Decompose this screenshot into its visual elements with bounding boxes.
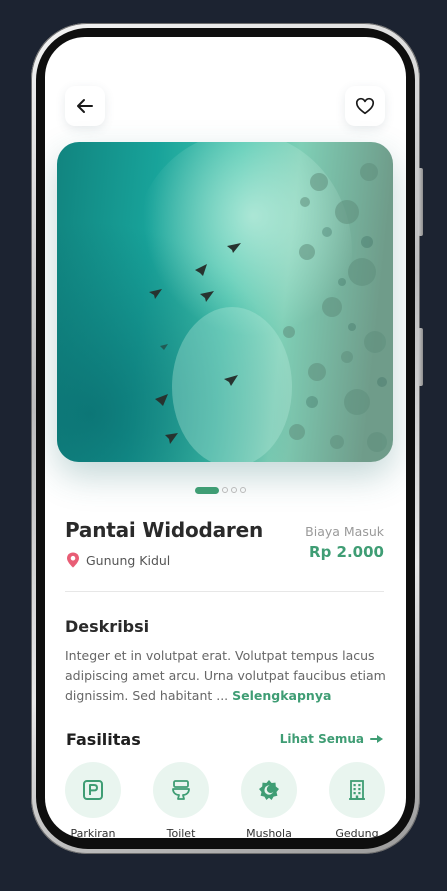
heart-icon: [355, 97, 375, 115]
facility-label: Mushola: [246, 827, 292, 838]
facility-item-gedung[interactable]: Gedung: [329, 762, 385, 838]
facility-icon-wrap: [153, 762, 209, 818]
mosque-icon: [259, 780, 279, 800]
see-all-link[interactable]: Lihat Semua: [280, 732, 384, 746]
read-more-link[interactable]: Selengkapnya: [232, 688, 331, 703]
screen: Pantai Widodaren Gunung Kidul Biaya Masu…: [45, 37, 406, 838]
description-title: Deskribsi: [65, 617, 150, 636]
favorite-button[interactable]: [345, 86, 385, 126]
description-text: Integer et in volutpat erat. Volutpat te…: [65, 646, 389, 706]
facility-icon-wrap: [329, 762, 385, 818]
pagination-dot[interactable]: [222, 487, 228, 493]
fee-label: Biaya Masuk: [305, 524, 384, 539]
fee-value: Rp 2.000: [309, 543, 384, 561]
see-all-label: Lihat Semua: [279, 732, 364, 746]
hero-image[interactable]: [57, 142, 393, 462]
facility-icon-wrap: [65, 762, 121, 818]
facility-item-toilet[interactable]: Toilet: [153, 762, 209, 838]
back-button[interactable]: [65, 86, 105, 126]
arrow-left-icon: [77, 99, 93, 113]
toilet-icon: [172, 780, 190, 800]
facility-label: Parkiran: [70, 827, 116, 838]
parking-icon: [83, 780, 103, 800]
facility-item-mushola[interactable]: Mushola: [241, 762, 297, 838]
power-button: [418, 328, 423, 386]
location-text: Gunung Kidul: [86, 552, 171, 568]
location-row: Gunung Kidul: [66, 552, 170, 568]
facility-label: Gedung: [335, 827, 379, 838]
facility-label: Toilet: [166, 827, 196, 838]
pagination-dot[interactable]: [231, 487, 237, 493]
facilities-title: Fasilitas: [66, 730, 141, 749]
facility-item-parkiran[interactable]: Parkiran: [65, 762, 121, 838]
building-icon: [349, 780, 365, 800]
beach-aerial-photo: [57, 142, 393, 462]
place-title: Pantai Widodaren: [65, 518, 263, 542]
description-body: Integer et in volutpat erat. Volutpat te…: [65, 648, 386, 703]
pagination-dot-active[interactable]: [195, 486, 219, 494]
pagination-dot[interactable]: [240, 487, 246, 493]
location-pin-icon: [67, 552, 79, 568]
volume-button: [418, 168, 423, 236]
gallery-pagination[interactable]: [195, 486, 246, 494]
divider: [65, 591, 384, 592]
arrow-right-icon: [370, 735, 383, 743]
facility-icon-wrap: [241, 762, 297, 818]
